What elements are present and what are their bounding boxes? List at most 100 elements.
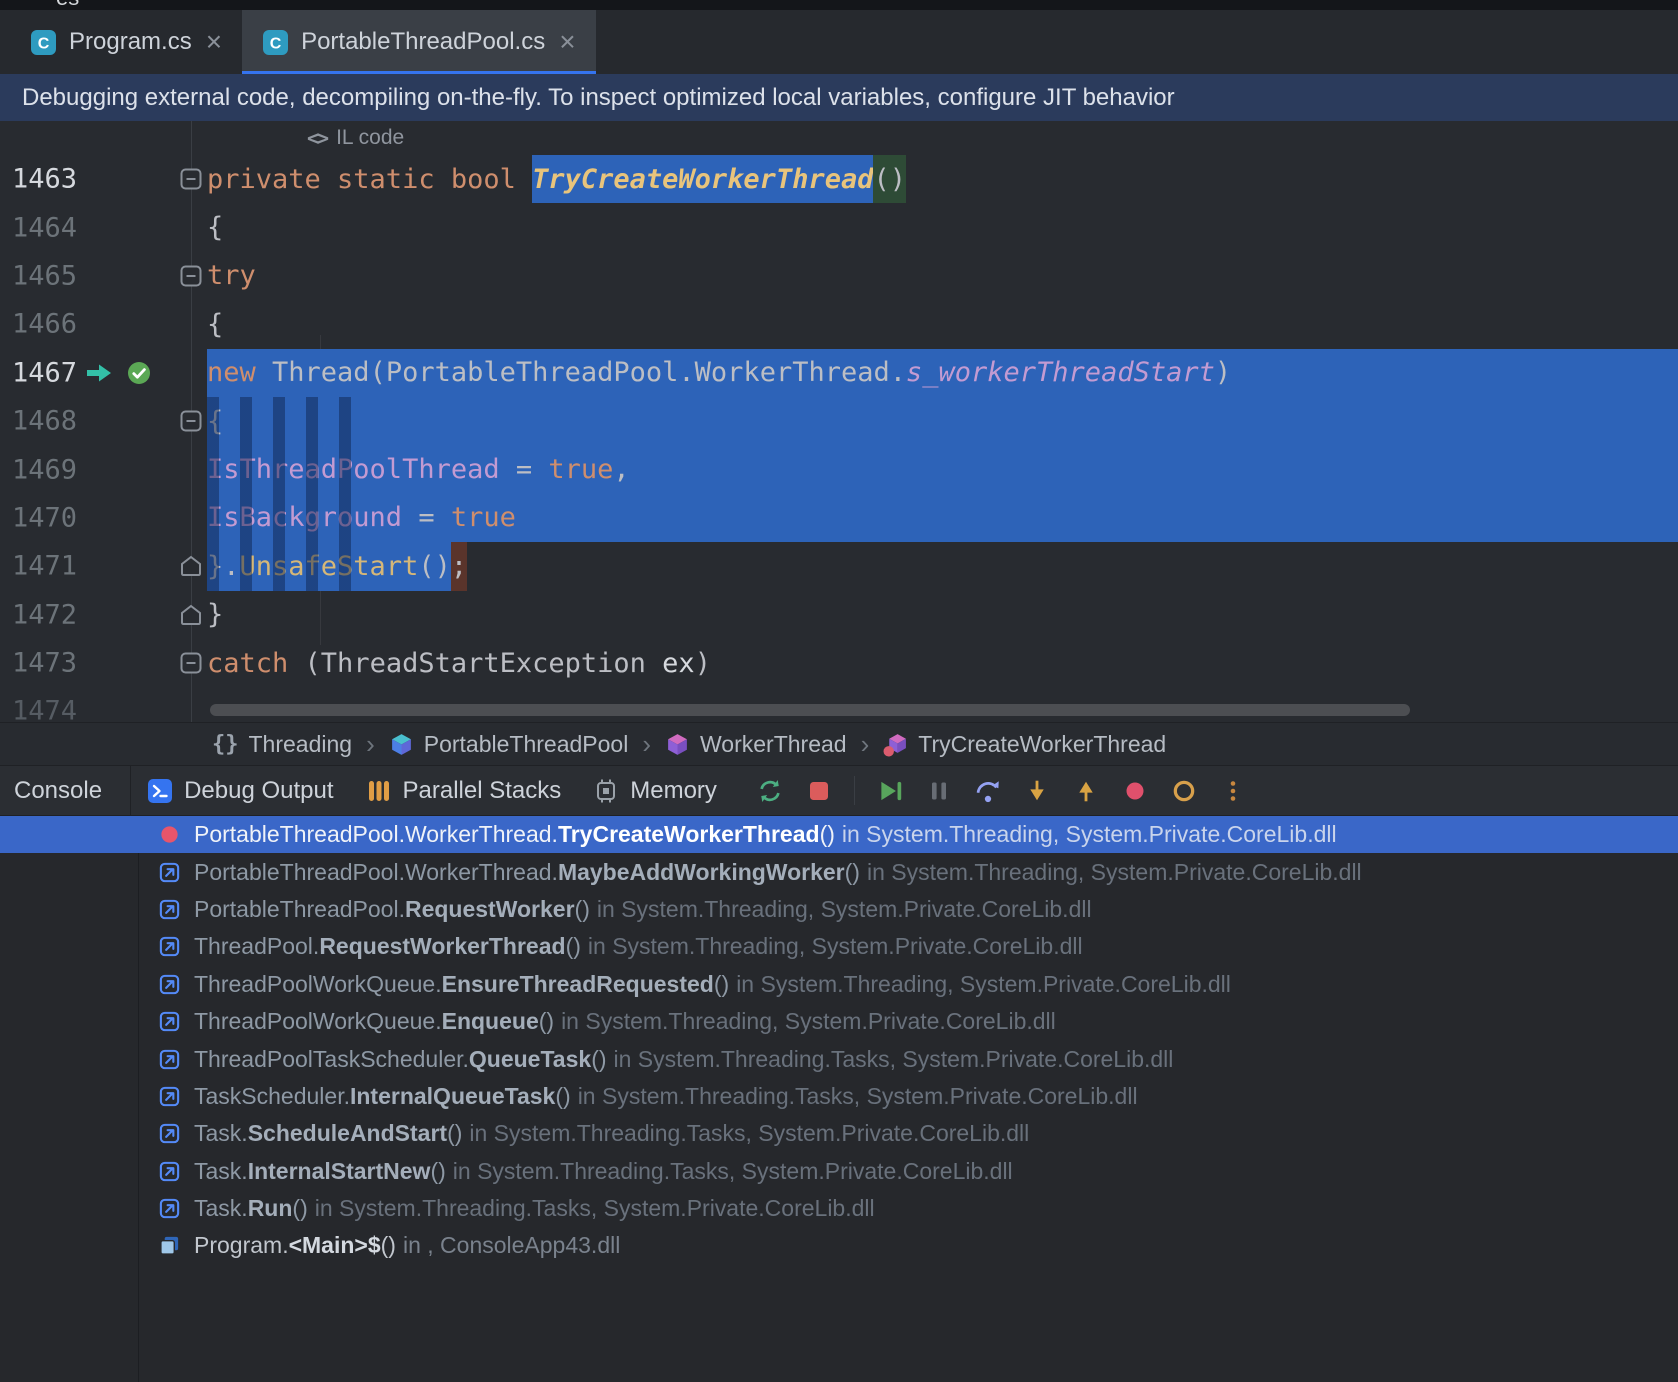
code-line-1469[interactable]: IsThreadPoolThread = true, xyxy=(207,445,1678,493)
gutter-row[interactable]: 1469 xyxy=(0,445,207,493)
close-icon[interactable]: × xyxy=(559,28,575,56)
more-options-button[interactable] xyxy=(1216,774,1250,808)
selection-fill xyxy=(1231,349,1678,397)
fold-collapse-icon[interactable] xyxy=(180,652,202,674)
tool-tab-label: Debug Output xyxy=(184,777,333,805)
stack-frame-row[interactable]: Task.InternalStartNew()in System.Threadi… xyxy=(0,1153,1678,1190)
stack-frame-row[interactable]: PortableThreadPool.WorkerThread.MaybeAdd… xyxy=(0,853,1678,890)
stack-frame-row[interactable]: Task.Run()in System.Threading.Tasks, Sys… xyxy=(0,1190,1678,1227)
tool-tab-console[interactable]: Console xyxy=(12,766,130,815)
fold-end-icon[interactable] xyxy=(180,555,202,577)
code-line-1465[interactable]: try xyxy=(207,252,1678,300)
close-icon[interactable]: × xyxy=(206,28,222,56)
stack-frame-row[interactable]: Program.<Main>$()in , ConsoleApp43.dll xyxy=(0,1227,1678,1264)
code-token: try xyxy=(207,252,256,300)
rerun-button[interactable] xyxy=(753,774,787,808)
code-line-1467[interactable]: new Thread(PortableThreadPool.WorkerThre… xyxy=(207,349,1678,397)
gutter-row[interactable]: 1468 xyxy=(0,397,207,445)
breadcrumb: {}Threading›PortableThreadPool›WorkerThr… xyxy=(0,722,1678,765)
il-code-icon: <> xyxy=(307,126,327,150)
fold-collapse-icon[interactable] xyxy=(180,168,202,190)
stop-button[interactable] xyxy=(802,774,836,808)
stack-frame-row[interactable]: PortableThreadPool.RequestWorker()in Sys… xyxy=(0,891,1678,928)
code-line-1470[interactable]: IsBackground = true xyxy=(207,494,1678,542)
stack-frame-row[interactable]: ThreadPool.RequestWorkerThread()in Syste… xyxy=(0,928,1678,965)
gutter-row[interactable]: 1470 xyxy=(0,494,207,542)
resume-icon xyxy=(876,777,904,805)
stack-frame-row[interactable]: TaskScheduler.InternalQueueTask()in Syst… xyxy=(0,1078,1678,1115)
line-number: 1464 xyxy=(12,212,77,243)
il-code-inlay[interactable]: <> IL code xyxy=(207,121,404,155)
frame-method: ScheduleAndStart xyxy=(248,1120,447,1147)
gutter-row[interactable]: 1472 xyxy=(0,591,207,639)
tool-tab-parallel-stacks[interactable]: Parallel Stacks xyxy=(350,766,578,815)
code-token: Thread(PortableThreadPool.WorkerThread. xyxy=(272,349,906,397)
pause-button[interactable] xyxy=(922,774,956,808)
code-line-1463[interactable]: private static bool TryCreateWorkerThrea… xyxy=(207,155,1678,203)
gutter-row[interactable]: 1465 xyxy=(0,252,207,300)
stack-frame-row[interactable]: ThreadPoolTaskScheduler.QueueTask()in Sy… xyxy=(0,1040,1678,1077)
frame-args: () xyxy=(447,1120,462,1147)
code-area[interactable]: private static bool TryCreateWorkerThrea… xyxy=(207,155,1678,722)
gutter-row[interactable]: 1471 xyxy=(0,542,207,590)
code-line-1473[interactable]: catch (ThreadStartException ex) xyxy=(207,639,1678,687)
frame-location: in System.Threading, System.Private.Core… xyxy=(736,971,1231,998)
stack-frame-row[interactable]: ThreadPoolWorkQueue.EnsureThreadRequeste… xyxy=(0,966,1678,1003)
fold-end-icon[interactable] xyxy=(180,604,202,626)
frame-args: () xyxy=(566,933,581,960)
svg-text:C: C xyxy=(38,35,50,52)
fold-collapse-icon[interactable] xyxy=(180,265,202,287)
current-frame-breakpoint-icon xyxy=(157,823,181,846)
breadcrumb-item-threading[interactable]: {}Threading xyxy=(212,731,352,758)
line-number: 1465 xyxy=(12,260,77,291)
stack-frame-row[interactable]: ThreadPoolWorkQueue.Enqueue()in System.T… xyxy=(0,1003,1678,1040)
stack-frame-row[interactable]: PortableThreadPool.WorkerThread.TryCreat… xyxy=(0,816,1678,853)
gutter-row[interactable]: 1473 xyxy=(0,639,207,687)
line-number: 1469 xyxy=(12,454,77,485)
frame-method: RequestWorker xyxy=(405,896,575,923)
frame-prefix: ThreadPoolTaskScheduler. xyxy=(194,1046,469,1073)
gutter-row[interactable]: 1466 xyxy=(0,300,207,348)
gutter-row[interactable]: 1474 xyxy=(0,687,207,722)
tool-tab-debug-output[interactable]: Debug Output xyxy=(131,766,349,815)
frame-args: () xyxy=(714,971,729,998)
tool-tab-label: Console xyxy=(14,777,102,805)
code-line-1466[interactable]: { xyxy=(207,300,1678,348)
code-line-1471[interactable]: }.UnsafeStart(); xyxy=(207,542,1678,590)
external-frame-icon xyxy=(157,1197,181,1220)
fold-collapse-icon[interactable] xyxy=(180,410,202,432)
breakpoint-verified-icon xyxy=(126,360,152,386)
code-line-1468[interactable]: { xyxy=(207,397,1678,445)
step-into-button[interactable] xyxy=(1020,774,1054,808)
code-token: } xyxy=(207,591,223,639)
external-frame-icon xyxy=(157,1122,181,1145)
frame-prefix: PortableThreadPool. xyxy=(194,896,405,923)
step-out-button[interactable] xyxy=(1069,774,1103,808)
frame-args: () xyxy=(845,859,860,886)
editor-scrollbar-horizontal[interactable] xyxy=(210,704,1410,716)
stack-frame-row[interactable]: Task.ScheduleAndStart()in System.Threadi… xyxy=(0,1115,1678,1152)
gutter-row[interactable]: 1463 xyxy=(0,155,207,203)
memory-icon xyxy=(593,778,619,804)
step-over-button[interactable] xyxy=(971,774,1005,808)
breadcrumb-item-portablethreadpool[interactable]: PortableThreadPool xyxy=(389,731,629,758)
line-number: 1473 xyxy=(12,648,77,679)
frame-location: in System.Threading.Tasks, System.Privat… xyxy=(614,1046,1174,1073)
code-editor[interactable]: <> IL code 1463 1464 1465 146614671468 1469 1… xyxy=(0,121,1678,722)
class-cube-purple-icon xyxy=(665,732,690,757)
breadcrumb-item-trycreateworkerthread[interactable]: TryCreateWorkerThread xyxy=(883,731,1166,758)
editor-tab-portablethreadpool-cs[interactable]: CPortableThreadPool.cs× xyxy=(242,10,596,74)
tool-tab-memory[interactable]: Memory xyxy=(577,766,733,815)
code-token: true xyxy=(451,494,516,542)
code-line-1464[interactable]: { xyxy=(207,203,1678,251)
gutter-row[interactable]: 1467 xyxy=(0,349,207,397)
breakpoint-dot-button[interactable] xyxy=(1118,774,1152,808)
editor-tab-program-cs[interactable]: CProgram.cs× xyxy=(10,10,242,74)
resume-button[interactable] xyxy=(873,774,907,808)
code-line-1472[interactable]: } xyxy=(207,591,1678,639)
breakpoint-ring-button[interactable] xyxy=(1167,774,1201,808)
code-token: = xyxy=(418,494,451,542)
breadcrumb-item-workerthread[interactable]: WorkerThread xyxy=(665,731,847,758)
frame-method: InternalStartNew xyxy=(248,1158,431,1185)
gutter-row[interactable]: 1464 xyxy=(0,203,207,251)
